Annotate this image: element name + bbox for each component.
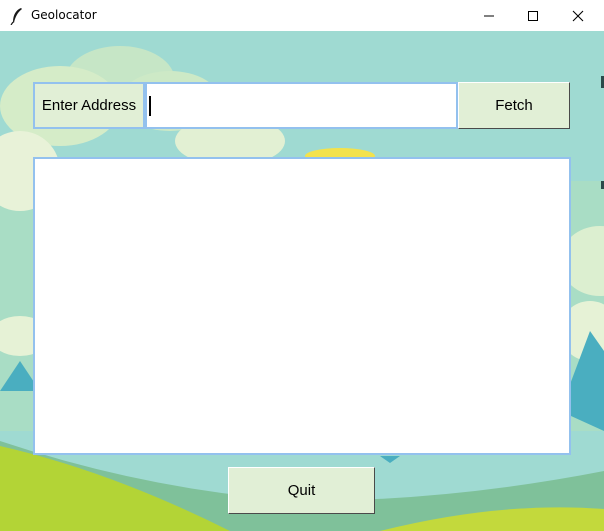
quit-button[interactable]: Quit — [228, 467, 375, 514]
minimize-button[interactable] — [466, 0, 512, 31]
address-label: Enter Address — [33, 82, 145, 129]
fetch-button[interactable]: Fetch — [458, 82, 570, 129]
close-button[interactable] — [555, 0, 601, 31]
title-bar[interactable]: Geolocator — [0, 0, 604, 31]
address-input[interactable] — [145, 82, 458, 129]
maximize-button[interactable] — [510, 0, 556, 31]
maximize-icon — [528, 10, 538, 21]
minimize-icon — [484, 15, 494, 16]
close-icon — [572, 10, 584, 21]
window-title: Geolocator — [31, 8, 97, 22]
feather-icon — [10, 8, 22, 25]
text-caret — [149, 96, 151, 116]
result-text-area[interactable] — [33, 157, 571, 455]
app-window: Geolocator Enter Address Fetch Quit — [0, 0, 604, 531]
